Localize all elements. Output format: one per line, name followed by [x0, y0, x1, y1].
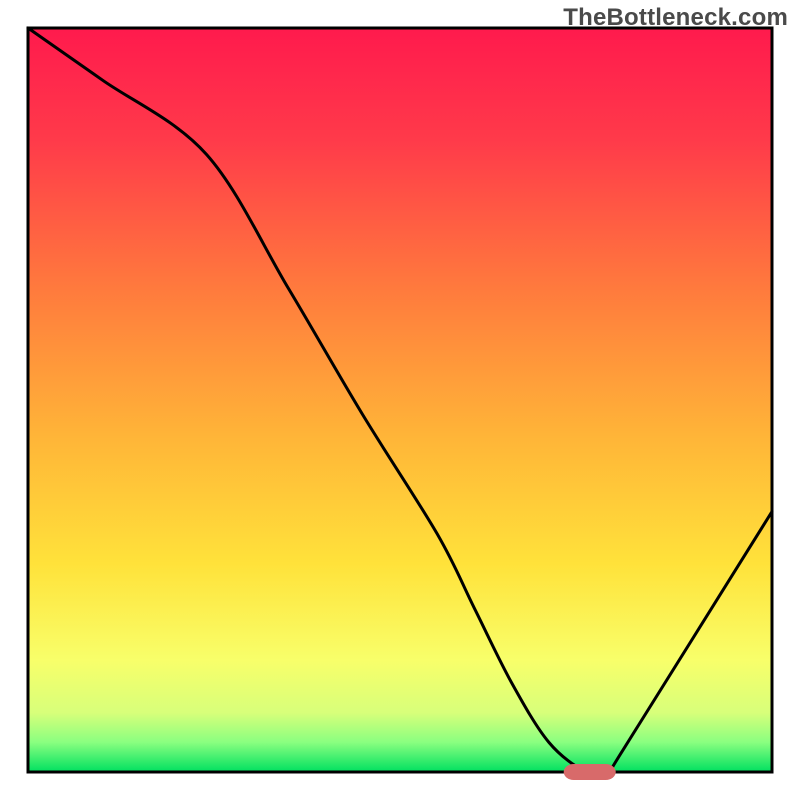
- watermark-label: TheBottleneck.com: [563, 4, 788, 32]
- highlight-marker: [564, 764, 616, 780]
- chart-container: TheBottleneck.com: [0, 0, 800, 800]
- bottleneck-chart: [0, 0, 800, 800]
- plot-background: [28, 28, 772, 772]
